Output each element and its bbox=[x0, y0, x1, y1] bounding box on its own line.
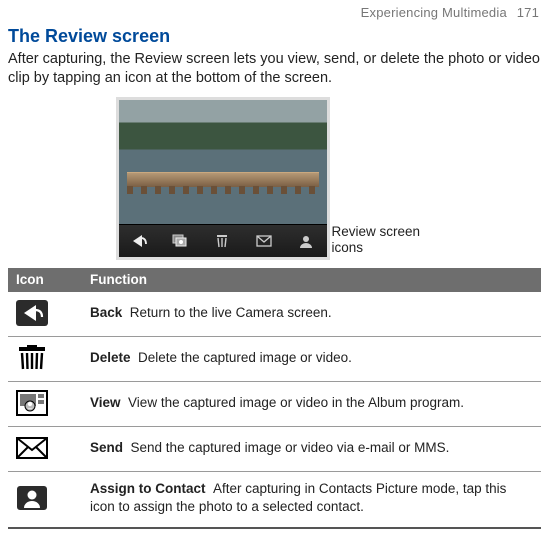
table-header-icon: Icon bbox=[8, 268, 82, 292]
page-number: 171 bbox=[517, 5, 539, 20]
table-header-function: Function bbox=[82, 268, 541, 292]
table-row: Send Send the captured image or video vi… bbox=[8, 427, 541, 472]
section-intro: After capturing, the Review screen lets … bbox=[8, 50, 541, 89]
delete-icon bbox=[16, 345, 48, 371]
screenshot-caption: Review screen icons bbox=[332, 224, 434, 260]
running-header: Experiencing Multimedia 171 bbox=[8, 4, 541, 22]
send-icon bbox=[16, 435, 48, 461]
screenshot-figure: Review screen icons bbox=[8, 97, 541, 260]
table-row: Back Return to the live Camera screen. bbox=[8, 292, 541, 337]
delete-icon[interactable] bbox=[209, 230, 235, 252]
table-cell-function: Send Send the captured image or video vi… bbox=[82, 427, 541, 472]
view-icon bbox=[16, 390, 48, 416]
assign-to-contact-icon bbox=[16, 485, 48, 511]
send-icon[interactable] bbox=[251, 230, 277, 252]
chapter-title: Experiencing Multimedia bbox=[361, 5, 507, 20]
section-title: The Review screen bbox=[8, 24, 541, 48]
table-row: Assign to Contact After capturing in Con… bbox=[8, 472, 541, 528]
table-row: Delete Delete the captured image or vide… bbox=[8, 337, 541, 382]
back-icon bbox=[16, 300, 48, 326]
table-row: View View the captured image or video in… bbox=[8, 382, 541, 427]
table-cell-function: View View the captured image or video in… bbox=[82, 382, 541, 427]
captured-photo-preview bbox=[119, 100, 327, 224]
icon-function-table: Icon Function Back Return to the live Ca… bbox=[8, 268, 541, 529]
table-cell-function: Delete Delete the captured image or vide… bbox=[82, 337, 541, 382]
back-icon[interactable] bbox=[126, 230, 152, 252]
review-screen-screenshot bbox=[116, 97, 330, 260]
assign-to-contact-icon[interactable] bbox=[293, 230, 319, 252]
table-cell-function: Back Return to the live Camera screen. bbox=[82, 292, 541, 337]
review-toolbar bbox=[119, 224, 327, 257]
view-icon[interactable] bbox=[168, 230, 194, 252]
table-cell-function: Assign to Contact After capturing in Con… bbox=[82, 472, 541, 528]
